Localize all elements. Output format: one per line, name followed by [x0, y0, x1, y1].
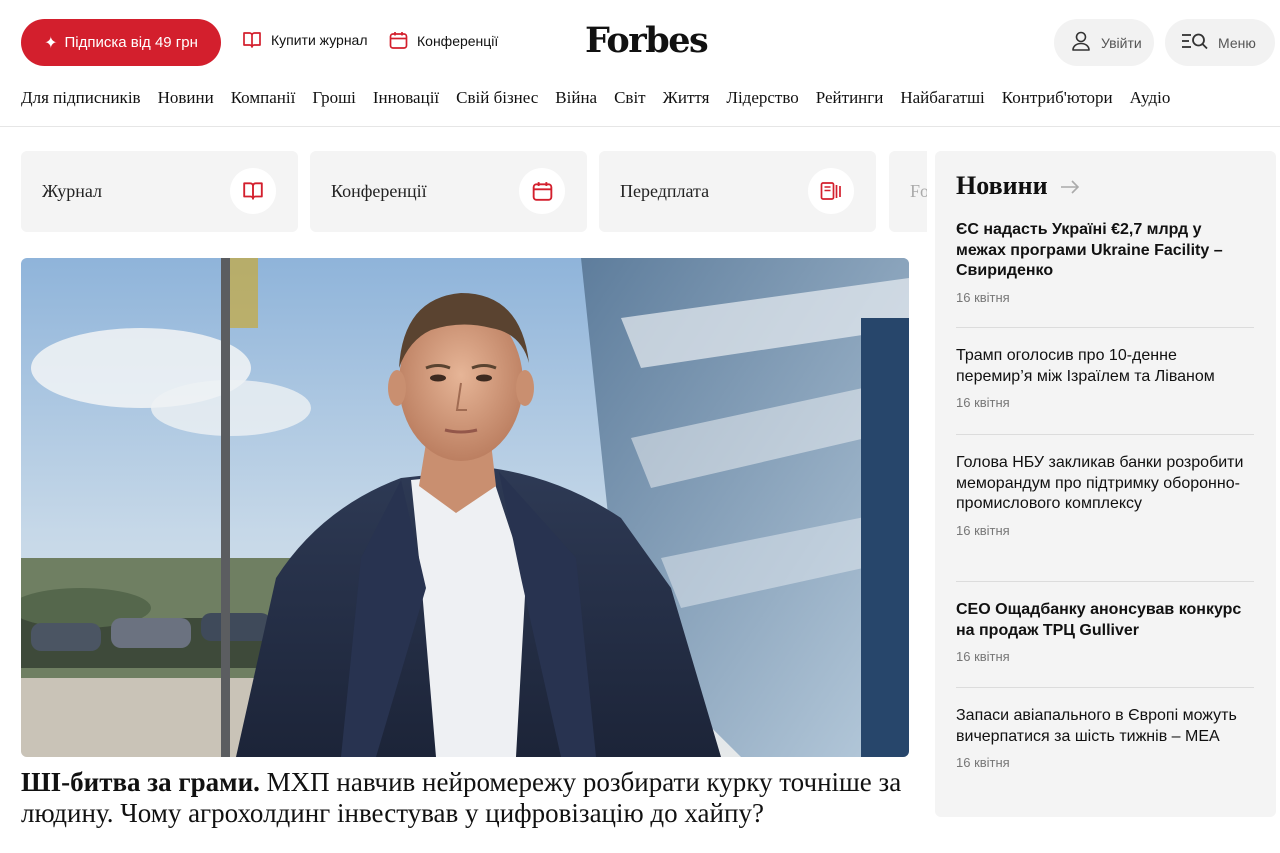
calendar-icon	[519, 168, 565, 214]
headline-bold: ШІ-битва за грами.	[21, 767, 260, 797]
login-button[interactable]: Увійти	[1054, 19, 1154, 66]
nav-item[interactable]: Найбагатші	[900, 88, 984, 112]
news-sidebar: Новини ЄС надасть Україні €2,7 млрд у ме…	[935, 151, 1276, 817]
buy-magazine-link[interactable]: Купити журнал	[242, 31, 368, 49]
nav-item[interactable]: Новини	[158, 88, 214, 112]
menu-search-icon	[1181, 31, 1209, 54]
nav-item[interactable]: Війна	[555, 88, 597, 112]
partial-card[interactable]: Fo	[889, 151, 927, 232]
news-item-title: Трамп оголосив про 10-денне перемир’я мі…	[956, 347, 1215, 385]
conferences-card[interactable]: Конференції	[310, 151, 587, 232]
header-divider	[0, 126, 1280, 127]
nav-item[interactable]: Рейтинги	[816, 88, 884, 112]
news-item[interactable]: Голова НБУ закликав банки розробити мемо…	[956, 453, 1254, 538]
news-item-date: 16 квітня	[956, 395, 1010, 410]
arrow-right-icon	[1060, 171, 1080, 201]
nav-item[interactable]: Свій бізнес	[456, 88, 538, 112]
news-separator	[956, 687, 1254, 688]
book-icon	[242, 31, 262, 49]
nav-item[interactable]: Лідерство	[726, 88, 798, 112]
nav-item[interactable]: Компанії	[231, 88, 296, 112]
magazines-icon	[808, 168, 854, 214]
buy-magazine-label: Купити журнал	[271, 32, 368, 48]
subscription-card[interactable]: Передплата	[599, 151, 876, 232]
site-header: ✦ Підписка від 49 грн Купити журнал Конф…	[0, 0, 1280, 86]
news-item-date: 16 квітня	[956, 755, 1010, 770]
subscribe-label: Підписка від 49 грн	[64, 34, 198, 51]
magazine-card-label: Журнал	[42, 181, 103, 201]
news-item[interactable]: ЄС надасть Україні €2,7 млрд у межах про…	[956, 220, 1254, 305]
news-title[interactable]: Новини	[956, 171, 1080, 201]
news-separator	[956, 581, 1254, 582]
news-item[interactable]: Трамп оголосив про 10-денне перемир’я мі…	[956, 346, 1254, 410]
login-label: Увійти	[1101, 34, 1142, 51]
news-item-date: 16 квітня	[956, 289, 1010, 305]
news-item-title: CEO Ощадбанку анонсував конкурс на прода…	[956, 601, 1242, 639]
nav-item[interactable]: Світ	[614, 88, 646, 112]
subscription-card-label: Передплата	[620, 181, 710, 201]
magazine-card[interactable]: Журнал	[21, 151, 298, 232]
main-nav: Для підписників Новини Компанії Гроші Ін…	[21, 88, 1170, 112]
partial-card-label: Fo	[910, 181, 927, 201]
news-item-title: Голова НБУ закликав банки розробити мемо…	[956, 454, 1244, 512]
conferences-label: Конференції	[417, 32, 499, 49]
news-item[interactable]: CEO Ощадбанку анонсував конкурс на прода…	[956, 600, 1254, 664]
nav-item[interactable]: Інновації	[373, 88, 439, 112]
sparkle-icon: ✦	[44, 34, 58, 52]
nav-item[interactable]: Аудіо	[1130, 88, 1171, 112]
conferences-card-label: Конференції	[331, 181, 427, 201]
nav-item[interactable]: Життя	[663, 88, 710, 112]
news-title-label: Новини	[956, 171, 1048, 200]
calendar-icon	[389, 31, 408, 50]
nav-item[interactable]: Для підписників	[21, 88, 141, 112]
menu-label: Меню	[1218, 34, 1256, 51]
news-separator	[956, 434, 1254, 435]
news-item-title: ЄС надасть Україні €2,7 млрд у межах про…	[956, 221, 1223, 279]
book-icon	[230, 168, 276, 214]
user-icon	[1070, 30, 1092, 55]
forbes-logo[interactable]: Forbes	[585, 20, 709, 61]
nav-item[interactable]: Гроші	[312, 88, 356, 112]
hero-headline[interactable]: ШІ-битва за грами. МХП навчив нейромереж…	[21, 767, 921, 829]
hero-image[interactable]	[21, 258, 909, 757]
news-item[interactable]: Запаси авіапального в Європі можуть виче…	[956, 706, 1254, 770]
nav-item[interactable]: Контриб'ютори	[1002, 88, 1113, 112]
news-separator	[956, 327, 1254, 328]
menu-button[interactable]: Меню	[1165, 19, 1275, 66]
news-item-date: 16 квітня	[956, 522, 1010, 538]
news-item-title: Запаси авіапального в Європі можуть виче…	[956, 707, 1237, 745]
conferences-link[interactable]: Конференції	[389, 31, 498, 50]
news-item-date: 16 квітня	[956, 649, 1010, 664]
subscribe-button[interactable]: ✦ Підписка від 49 грн	[21, 19, 221, 66]
